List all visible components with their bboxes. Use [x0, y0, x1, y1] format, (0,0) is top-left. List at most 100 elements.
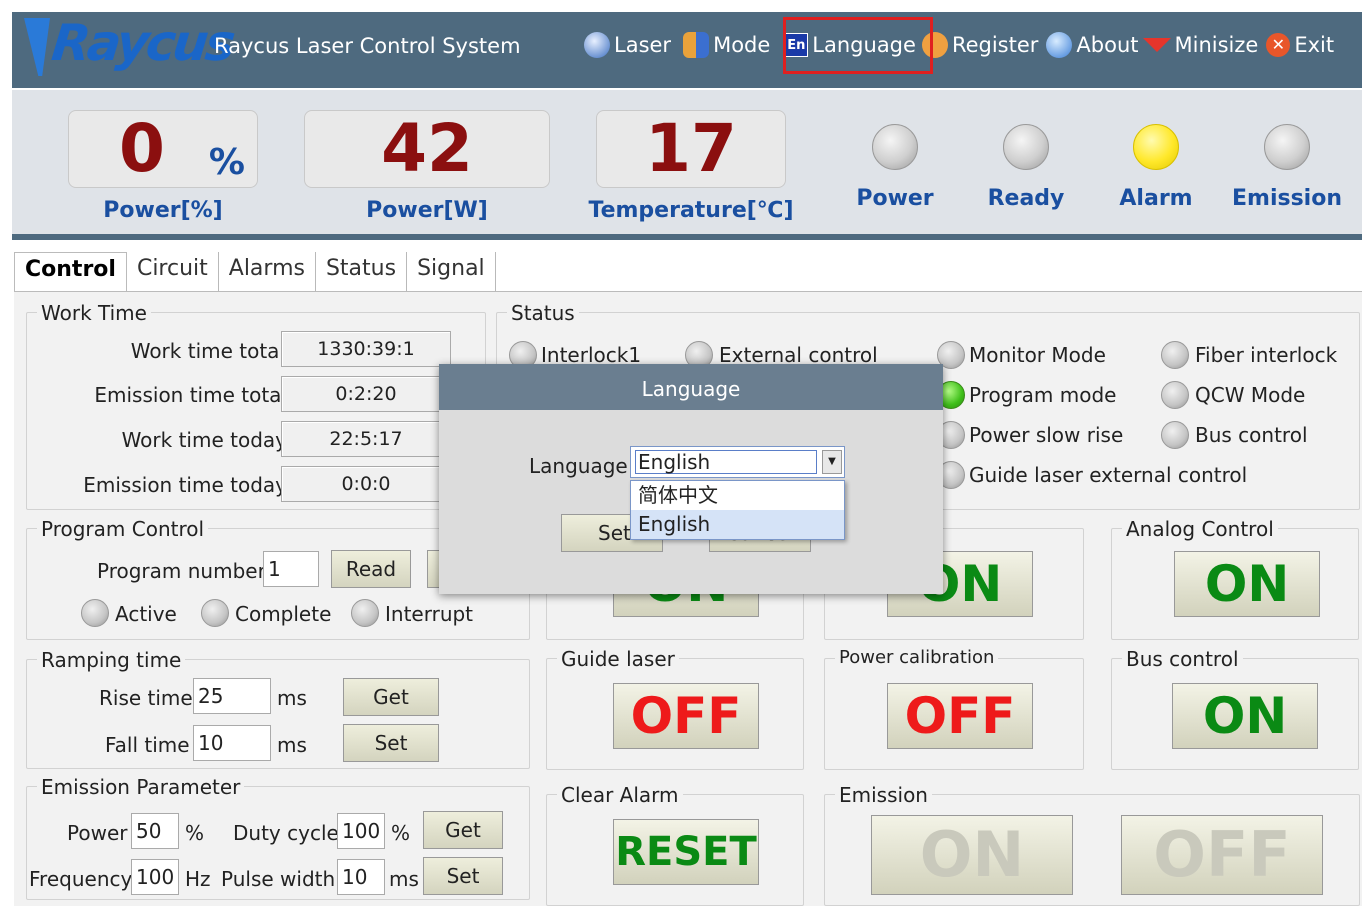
ep-power-input[interactable]: 50	[131, 813, 179, 849]
emission-led	[1264, 124, 1310, 170]
program-control-title: Program Control	[37, 517, 209, 541]
title-bar: Raycus Raycus Laser Control System Laser…	[12, 12, 1362, 88]
menu-laser[interactable]: Laser	[584, 32, 671, 58]
menu-mode-label: Mode	[713, 33, 771, 57]
tab-status[interactable]: Status	[316, 252, 408, 292]
program-mode-label: Program mode	[969, 383, 1117, 407]
menu-mode[interactable]: Mode	[683, 32, 770, 58]
fall-time-input[interactable]: 10	[193, 725, 271, 761]
menu-exit-label: Exit	[1294, 33, 1335, 57]
guide-laser-button[interactable]: OFF	[613, 683, 759, 749]
bus-control-title: Bus control	[1122, 647, 1243, 671]
status-title: Status	[507, 301, 579, 325]
work-time-total-field: 1330:39:1	[281, 331, 451, 367]
duty-cycle-unit: %	[391, 821, 411, 845]
app-window: Raycus Raycus Laser Control System Laser…	[0, 0, 1362, 906]
work-time-group: Work Time Work time total 1330:39:1 Emis…	[26, 301, 486, 510]
work-time-today-label: Work time today	[121, 428, 287, 452]
interrupt-label: Interrupt	[385, 602, 474, 626]
reset-button[interactable]: RESET	[613, 819, 759, 885]
fall-time-label: Fall time	[105, 733, 190, 757]
menu-minimize[interactable]: Minisize	[1142, 33, 1259, 57]
chevron-down-icon[interactable]: ▼	[822, 450, 842, 474]
ready-led-label: Ready	[987, 186, 1065, 211]
emission-time-total-field: 0:2:20	[281, 376, 451, 412]
fiber-interlock-led	[1161, 341, 1189, 369]
qcw-mode-led	[1161, 381, 1189, 409]
duty-cycle-label: Duty cycle	[233, 821, 339, 845]
duty-cycle-input[interactable]: 100	[337, 813, 385, 849]
logo: Raycus	[48, 14, 236, 72]
interrupt-led	[351, 599, 379, 627]
language-dropdown-list: 简体中文 English	[630, 480, 845, 540]
ramping-set-button[interactable]: Set	[343, 724, 439, 762]
bus-control-led	[1161, 421, 1189, 449]
globe-icon	[584, 32, 610, 58]
menu-register[interactable]: Register	[921, 32, 1039, 58]
language-select[interactable]: English ▼	[630, 446, 845, 478]
fall-time-unit: ms	[277, 733, 307, 757]
emission-on-button[interactable]: ON	[871, 815, 1073, 895]
ramping-get-button[interactable]: Get	[343, 678, 439, 716]
power-led-label: Power	[856, 186, 934, 211]
tab-circuit[interactable]: Circuit	[127, 252, 219, 292]
clear-alarm-title: Clear Alarm	[557, 783, 683, 807]
menu-bar: Laser Mode En Language Register About Mi…	[584, 32, 1334, 58]
logo-mark	[24, 18, 50, 76]
power-slow-rise-label: Power slow rise	[969, 423, 1124, 447]
language-option-chinese[interactable]: 简体中文	[631, 481, 844, 510]
language-option-english[interactable]: English	[631, 510, 844, 539]
ep-set-button[interactable]: Set	[423, 857, 503, 895]
power-percent-readout: 0 %	[68, 110, 258, 188]
ramping-time-group: Ramping time Rise time 25 ms Get Fall ti…	[26, 648, 530, 769]
complete-led	[201, 599, 229, 627]
analog-control-group: Analog Control ON	[1111, 517, 1359, 640]
work-time-today-field: 22:5:17	[281, 421, 451, 457]
read-button[interactable]: Read	[331, 550, 411, 588]
alarm-led-label: Alarm	[1119, 186, 1193, 211]
bus-control-button[interactable]: ON	[1172, 683, 1318, 749]
frequency-input[interactable]: 100	[131, 859, 179, 895]
rise-time-label: Rise time	[99, 686, 193, 710]
pulse-width-input[interactable]: 10	[337, 859, 385, 895]
power-percent-label: Power[%]	[103, 198, 223, 223]
power-led	[872, 124, 918, 170]
power-calibration-title: Power calibration	[835, 647, 999, 668]
rise-time-unit: ms	[277, 686, 307, 710]
rise-time-input[interactable]: 25	[193, 678, 271, 714]
emission-time-today-label: Emission time today	[83, 473, 287, 497]
emission-group: Emission ON OFF	[824, 783, 1360, 906]
tab-alarms[interactable]: Alarms	[219, 252, 316, 292]
language-highlight-box	[783, 17, 933, 74]
close-icon: ✕	[1266, 33, 1291, 57]
emission-led-label: Emission	[1232, 186, 1342, 211]
program-number-input[interactable]: 1	[263, 551, 319, 587]
emission-title: Emission	[835, 783, 932, 807]
work-time-title: Work Time	[37, 301, 151, 325]
analog-control-button[interactable]: ON	[1174, 551, 1320, 617]
tab-signal[interactable]: Signal	[407, 252, 496, 292]
info-icon	[1046, 32, 1073, 58]
menu-register-label: Register	[951, 33, 1039, 57]
frequency-unit: Hz	[185, 867, 211, 891]
menu-about[interactable]: About	[1046, 32, 1139, 58]
power-calibration-button[interactable]: OFF	[887, 683, 1033, 749]
power-calibration-group: Power calibration OFF	[824, 647, 1084, 770]
ep-get-button[interactable]: Get	[423, 811, 503, 849]
complete-label: Complete	[235, 602, 332, 626]
qcw-mode-label: QCW Mode	[1195, 383, 1306, 407]
tab-control[interactable]: Control	[14, 252, 127, 292]
ep-power-label: Power	[67, 821, 128, 845]
menu-minimize-label: Minisize	[1174, 33, 1259, 57]
power-watt-label: Power[W]	[366, 198, 488, 223]
program-number-label: Program number	[97, 559, 266, 583]
emission-time-total-label: Emission time total	[94, 383, 287, 407]
guide-laser-title: Guide laser	[557, 647, 679, 671]
emission-off-button[interactable]: OFF	[1121, 815, 1323, 895]
app-title: Raycus Laser Control System	[214, 34, 521, 58]
guide-laser-group: Guide laser OFF	[546, 647, 804, 770]
menu-exit[interactable]: ✕ Exit	[1266, 33, 1334, 57]
language-select-value: English	[635, 450, 817, 474]
emission-time-today-field: 0:0:0	[281, 466, 451, 502]
guide-laser-external-label: Guide laser external control	[969, 463, 1248, 487]
